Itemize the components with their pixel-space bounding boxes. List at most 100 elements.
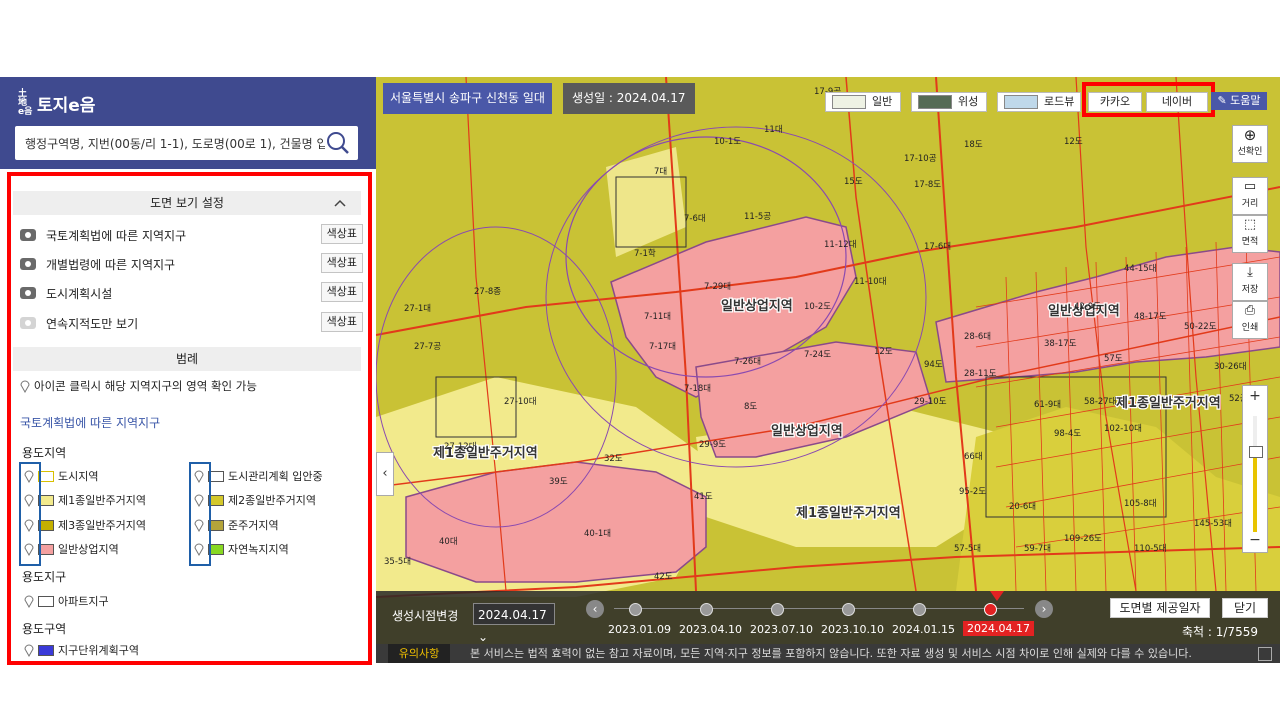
tool-label: 선확인 — [1237, 147, 1263, 157]
timeline-next-button[interactable]: › — [1035, 600, 1053, 618]
help-label: 도움말 — [1230, 94, 1261, 107]
timeline-point[interactable] — [842, 603, 855, 616]
close-button[interactable]: 닫기 — [1222, 598, 1268, 618]
lot-number: 39도 — [549, 477, 568, 487]
header-bar: 土地 e음 토지e음 — [0, 77, 376, 169]
timeline-label: 생성시점변경 — [392, 609, 459, 623]
lot-number: 94도 — [924, 360, 943, 370]
timeline-date-select[interactable]: 2024.04.17 ⌄ — [473, 603, 555, 644]
lot-number: 17-10공 — [904, 154, 937, 164]
app-logo[interactable]: 土地 e음 토지e음 — [18, 90, 95, 117]
lot-number: 40대 — [439, 537, 458, 547]
timeline-point[interactable] — [913, 603, 926, 616]
save-tool[interactable]: ⤓ 저장 — [1232, 263, 1268, 301]
timeline-point[interactable] — [629, 603, 642, 616]
map-type-label: 위성 — [958, 95, 979, 108]
zoom-in-button[interactable]: + — [1243, 388, 1267, 404]
print-tool[interactable]: ⎙ 인쇄 — [1232, 301, 1268, 339]
timeline-point[interactable] — [771, 603, 784, 616]
map-type-general[interactable]: 일반 — [825, 92, 902, 112]
notice-tag: 유의사항 — [388, 644, 450, 663]
timeline-date-label[interactable]: 2023.07.10 — [750, 623, 813, 636]
tool-label: 저장 — [1241, 285, 1259, 295]
lot-number: 27-12대 — [444, 442, 477, 452]
timeline-date-label[interactable]: 2023.04.10 — [679, 623, 742, 636]
notice-close-button[interactable] — [1258, 647, 1272, 661]
timeline-date-label[interactable]: 2024.04.17 — [963, 621, 1034, 636]
lot-number: 50-22도 — [1184, 322, 1217, 332]
collapse-panel-button[interactable]: ‹ — [376, 452, 394, 496]
search-input[interactable] — [23, 133, 327, 155]
lot-number: 98-4도 — [1054, 429, 1081, 439]
locate-tool[interactable]: ⊕ 선확인 — [1232, 125, 1268, 163]
map-general-icon — [832, 95, 866, 109]
lot-number: 7-1학 — [634, 248, 656, 259]
lot-number: 42-9도 — [1074, 302, 1101, 312]
lot-number: 48-17도 — [1134, 312, 1167, 322]
lot-number: 57-5대 — [954, 544, 981, 554]
lot-number: 105-8대 — [1124, 499, 1157, 509]
timeline-date-label[interactable]: 2024.01.15 — [892, 623, 955, 636]
search-icon[interactable] — [326, 131, 350, 159]
download-icon: ⤓ — [1247, 265, 1253, 280]
lot-number: 95-2도 — [959, 487, 986, 497]
timeline-point[interactable] — [984, 603, 997, 616]
lot-number: 17-8도 — [914, 180, 941, 190]
lot-number: 32도 — [604, 454, 623, 464]
notice-message: 본 서비스는 법적 효력이 없는 참고 자료이며, 모든 지역·지구 정보를 포… — [470, 647, 1192, 660]
lot-number: 110-5대 — [1134, 544, 1167, 554]
print-icon: ⎙ — [1244, 303, 1256, 318]
timeline-current-marker — [990, 591, 1004, 601]
lot-number: 7-26대 — [734, 357, 761, 367]
lot-number: 27-1대 — [404, 304, 431, 314]
chevron-down-icon: ⌄ — [478, 630, 489, 644]
search-box — [15, 126, 358, 160]
tool-label: 면적 — [1241, 237, 1259, 247]
lot-number: 15도 — [844, 177, 863, 187]
provider-highlight — [1082, 82, 1215, 117]
lot-number: 28-6대 — [964, 332, 991, 342]
location-badge: 서울특별시 송파구 신천동 일대 — [383, 83, 552, 114]
lot-number: 42도 — [654, 572, 673, 582]
lot-number: 12도 — [874, 347, 893, 357]
tool-label: 거리 — [1241, 199, 1259, 209]
lot-number: 7-11대 — [644, 312, 671, 322]
zoom-fill — [1253, 456, 1257, 532]
provide-date-button[interactable]: 도면별 제공일자 — [1110, 598, 1210, 618]
timeline-date-label[interactable]: 2023.10.10 — [821, 623, 884, 636]
zoom-out-button[interactable]: − — [1243, 532, 1267, 548]
map-type-roadview[interactable]: 로드뷰 — [997, 92, 1082, 112]
map-type-label: 로드뷰 — [1044, 95, 1075, 108]
distance-tool[interactable]: ▭ 거리 — [1232, 177, 1268, 215]
timeline-point[interactable] — [700, 603, 713, 616]
area-tool[interactable]: ⬚ 면적 — [1232, 215, 1268, 253]
help-button[interactable]: ✎ 도움말 — [1211, 92, 1267, 110]
lot-number: 10-2도 — [804, 302, 831, 312]
timeline-line — [614, 608, 1024, 609]
settings-highlight — [7, 172, 372, 665]
notice-bar: 유의사항 본 서비스는 법적 효력이 없는 참고 자료이며, 모든 지역·지구 … — [376, 644, 1280, 663]
map-type-satellite[interactable]: 위성 — [911, 92, 988, 112]
zoom-slider-handle[interactable] — [1249, 446, 1263, 458]
lot-number: 30-26대 — [1214, 362, 1247, 372]
lot-number: 61-9대 — [1034, 400, 1061, 410]
created-date-badge: 생성일 : 2024.04.17 — [563, 83, 695, 114]
lot-number: 7-17대 — [649, 342, 676, 352]
map-canvas[interactable]: 일반상업지역 일반상업지역 제1종일반주거지역 제1종일반주거지역 제1종일반주… — [376, 77, 1280, 663]
lot-number: 109-26도 — [1064, 534, 1102, 544]
lot-number: 11-10대 — [854, 277, 887, 287]
tool-label: 인쇄 — [1241, 323, 1259, 333]
lot-number: 28-11도 — [964, 369, 997, 379]
lot-number: 12도 — [1064, 137, 1083, 147]
lot-number: 44-15대 — [1124, 264, 1157, 274]
lot-number: 145-53대 — [1194, 519, 1232, 529]
timeline-date-label[interactable]: 2023.01.09 — [608, 623, 671, 636]
lot-number: 66대 — [964, 452, 983, 462]
logo-text: 토지e음 — [37, 96, 96, 116]
zone-label: 제1종일반주거지역 — [796, 505, 901, 521]
timeline-prev-button[interactable]: ‹ — [586, 600, 604, 618]
ruler-icon: ▭ — [1243, 179, 1257, 194]
lot-number: 7-6대 — [684, 214, 706, 224]
lot-number: 27-7공 — [414, 342, 441, 352]
lot-number: 10-1도 — [714, 137, 741, 147]
